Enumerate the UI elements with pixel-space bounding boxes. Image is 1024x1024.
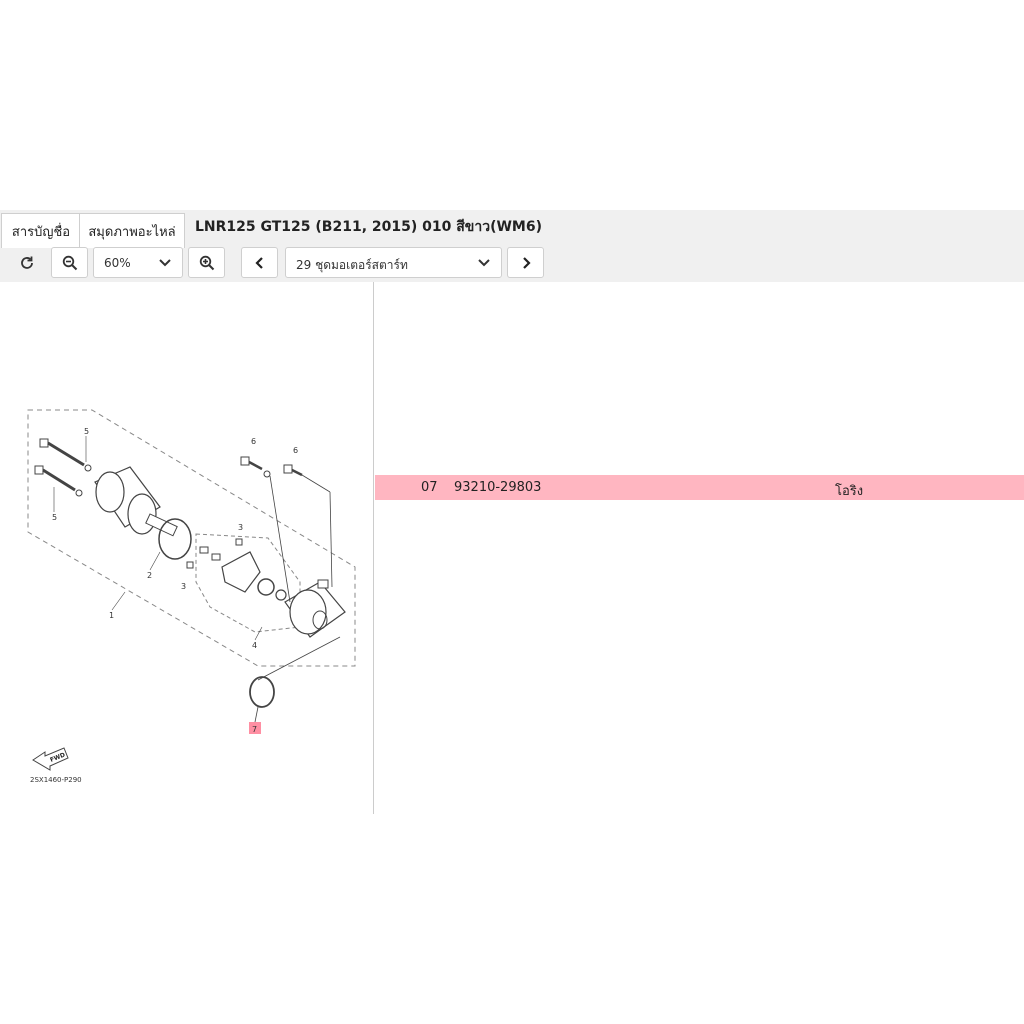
chevron-right-icon [522,256,531,269]
page-title: LNR125 GT125 (B211, 2015) 010 สีขาว(WM6) [195,219,542,235]
panel-divider[interactable] [373,282,374,814]
washer [275,589,287,601]
zoom-in-button[interactable] [188,247,225,278]
zoom-value: 60% [104,256,131,270]
front-cover [284,579,346,638]
next-section-button[interactable] [507,247,544,278]
chevron-down-icon [159,259,171,267]
callout-5-top[interactable]: 5 [84,427,89,436]
zoom-in-icon [199,255,214,270]
callout-6-left[interactable]: 6 [251,437,256,446]
tab-parts-catalog[interactable]: สมุดภาพอะไหล่ [79,213,185,248]
zoom-select[interactable]: 60% [93,247,183,278]
callout-3-top[interactable]: 3 [238,523,243,532]
fwd-arrow-icon: FWD [32,747,69,771]
section-select[interactable]: 29 ชุดมอเตอร์สตาร์ท [285,247,502,278]
table-row[interactable]: 07 93210-29803 โอริง [375,475,1024,500]
row-ref: 07 [421,480,438,495]
row-part-name: โอริง [835,484,864,499]
o-ring-2 [158,518,192,560]
long-bolt-top [39,438,92,472]
row-part-number: 93210-29803 [454,480,542,495]
section-value: 29 ชุดมอเตอร์สตาร์ท [296,258,408,272]
top-toolbar: สารบัญชื่อ สมุดภาพอะไหล่ LNR125 GT125 (B… [0,210,1024,282]
screw-right [283,464,303,477]
previous-section-button[interactable] [241,247,278,278]
callout-7[interactable]: 7 [252,725,257,734]
refresh-icon [20,256,33,269]
zoom-out-icon [62,255,77,270]
callout-3-bottom[interactable]: 3 [181,582,186,591]
refresh-button[interactable] [8,247,45,278]
o-ring-7 [249,676,275,708]
callout-6-right[interactable]: 6 [293,446,298,455]
brush-holder [186,538,261,593]
chevron-left-icon [254,256,263,269]
callout-5-bottom[interactable]: 5 [52,513,57,522]
screw-left [240,456,271,478]
tab-index[interactable]: สารบัญชื่อ [1,213,81,248]
diagram-code: 2SX1460-P290 [30,776,82,784]
parts-diagram[interactable]: 5 5 2 3 3 1 4 6 6 7 FWD 2SX1460-P290 [0,282,372,814]
callout-2[interactable]: 2 [147,571,152,580]
bearing [257,578,275,596]
chevron-down-icon [478,259,490,267]
callout-4[interactable]: 4 [252,641,257,650]
callout-1[interactable]: 1 [109,611,114,620]
content-area: 5 5 2 3 3 1 4 6 6 7 FWD 2SX1460-P290 07 … [0,282,1024,814]
long-bolt-bottom [34,465,83,497]
motor-housing [94,466,178,537]
zoom-out-button[interactable] [51,247,88,278]
